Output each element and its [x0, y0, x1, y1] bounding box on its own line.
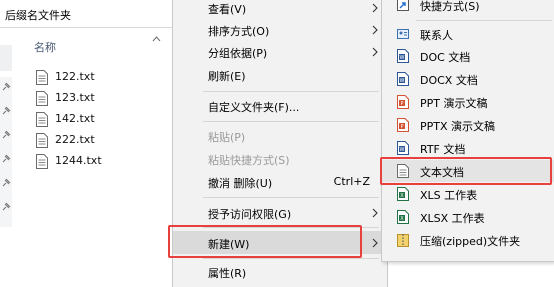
- submenu-item-doc[interactable]: W DOC 文档: [382, 45, 554, 67]
- submenu-item-shortcut[interactable]: 快捷方式(S): [382, 0, 554, 16]
- text-file-icon: [36, 133, 48, 148]
- rich-text-icon: W: [397, 141, 409, 155]
- submenu-item-label: RTF 文档: [420, 143, 466, 156]
- address-bar[interactable]: 后缀名文件夹: [0, 0, 172, 28]
- submenu-item-pptx[interactable]: P PPTX 演示文稿: [382, 114, 554, 136]
- submenu-item-rtf[interactable]: W RTF 文档: [382, 137, 554, 159]
- svg-text:P: P: [400, 101, 403, 107]
- submenu-item-label: PPT 演示文稿: [420, 97, 488, 110]
- menu-item-label: 粘贴快捷方式(S): [208, 154, 290, 167]
- menu-separator: [203, 121, 379, 122]
- chevron-right-icon: [372, 3, 378, 13]
- submenu-item-label: PPTX 演示文稿: [420, 120, 496, 133]
- menu-item-label: 分组依据(P): [208, 47, 268, 60]
- menu-item-label: 刷新(E): [208, 70, 246, 83]
- folder-title: 后缀名文件夹: [5, 9, 71, 22]
- sort-ascending-icon: [152, 36, 161, 42]
- file-name: 123.txt: [55, 91, 95, 104]
- submenu-item-xlsx[interactable]: X XLSX 工作表: [382, 206, 554, 228]
- new-submenu: 快捷方式(S) 联系人 W DOC 文档 W DOCX 文档 P PPT 演示文…: [381, 0, 554, 262]
- menu-item-view[interactable]: 查看(V): [173, 0, 387, 19]
- pin-icon: [2, 202, 11, 211]
- text-file-icon: [36, 91, 48, 106]
- menu-item-paste-shortcut: 粘贴快捷方式(S): [173, 148, 387, 170]
- menu-separator: [203, 227, 379, 228]
- menu-item-label: 粘贴(P): [208, 131, 246, 144]
- submenu-item-docx[interactable]: W DOCX 文档: [382, 68, 554, 90]
- menu-item-label: 自定义文件夹(F)...: [208, 101, 300, 114]
- text-file-icon: [36, 112, 48, 127]
- menu-separator: [416, 20, 552, 21]
- menu-item-group-by[interactable]: 分组依据(P): [173, 41, 387, 63]
- file-name: 222.txt: [55, 133, 95, 146]
- excel-icon: X: [397, 187, 409, 201]
- menu-item-label: 新建(W): [208, 238, 250, 251]
- submenu-item-ppt[interactable]: P PPT 演示文稿: [382, 91, 554, 113]
- submenu-item-text-document[interactable]: 文本文档: [382, 160, 554, 182]
- pin-icon: [2, 82, 11, 91]
- menu-item-undo-delete[interactable]: 撤消 删除(U) Ctrl+Z: [173, 171, 387, 193]
- word-document-icon: W: [397, 49, 409, 63]
- pin-icon: [2, 178, 11, 187]
- file-explorer-window: 后缀名文件夹 名称 122.txt 123.txt 142.txt 222.tx…: [0, 0, 172, 287]
- submenu-item-label: 快捷方式(S): [420, 0, 480, 13]
- menu-separator: [203, 197, 379, 198]
- chevron-right-icon: [372, 238, 378, 248]
- svg-text:W: W: [400, 78, 405, 84]
- word-document-icon: W: [397, 72, 409, 86]
- submenu-item-label: DOC 文档: [420, 51, 471, 64]
- chevron-right-icon: [372, 25, 378, 35]
- file-name: 1244.txt: [55, 154, 102, 167]
- menu-item-paste: 粘贴(P): [173, 125, 387, 147]
- submenu-item-xls[interactable]: X XLS 工作表: [382, 183, 554, 205]
- menu-item-label: 排序方式(O): [208, 25, 270, 38]
- svg-text:X: X: [400, 193, 404, 199]
- menu-item-properties[interactable]: 属性(R): [173, 261, 387, 283]
- submenu-item-label: 文本文档: [420, 166, 464, 179]
- menu-item-customize-folder[interactable]: 自定义文件夹(F)...: [173, 95, 387, 117]
- pin-icon: [2, 106, 11, 115]
- submenu-item-contact[interactable]: 联系人: [382, 23, 554, 45]
- text-file-icon: [397, 164, 409, 178]
- column-header-name[interactable]: 名称: [34, 39, 56, 55]
- zip-folder-icon: [397, 234, 409, 247]
- menu-item-label: 授予访问权限(G): [208, 208, 292, 221]
- powerpoint-icon: P: [397, 95, 409, 109]
- submenu-item-label: XLS 工作表: [420, 189, 478, 202]
- pin-icon: [2, 154, 11, 163]
- submenu-item-label: DOCX 文档: [420, 74, 478, 87]
- text-file-icon: [36, 70, 48, 85]
- pin-icon: [2, 130, 11, 139]
- menu-item-grant-access[interactable]: 授予访问权限(G): [173, 202, 387, 224]
- excel-icon: X: [397, 210, 409, 224]
- svg-text:W: W: [400, 147, 405, 153]
- contact-card-icon: [397, 29, 409, 39]
- svg-text:W: W: [400, 55, 405, 61]
- menu-separator: [203, 258, 379, 259]
- menu-item-label: 查看(V): [208, 3, 247, 16]
- submenu-item-label: 压缩(zipped)文件夹: [420, 235, 521, 248]
- svg-text:X: X: [400, 216, 404, 222]
- menu-item-sort-by[interactable]: 排序方式(O): [173, 19, 387, 41]
- shortcut-icon: [397, 0, 409, 11]
- submenu-item-label: XLSX 工作表: [420, 212, 485, 225]
- chevron-right-icon: [372, 208, 378, 218]
- context-menu: 查看(V) 排序方式(O) 分组依据(P) 刷新(E) 自定义文件夹(F)...…: [172, 0, 388, 287]
- nav-item[interactable]: [0, 45, 12, 71]
- menu-item-label: 撤消 删除(U): [208, 177, 273, 190]
- submenu-item-zip-folder[interactable]: 压缩(zipped)文件夹: [382, 229, 554, 251]
- file-name: 122.txt: [55, 70, 95, 83]
- navigation-pane: [0, 29, 12, 287]
- keyboard-shortcut: Ctrl+Z: [333, 175, 370, 188]
- chevron-right-icon: [372, 47, 378, 57]
- svg-text:P: P: [400, 124, 403, 130]
- file-name: 142.txt: [55, 112, 95, 125]
- submenu-item-label: 联系人: [420, 29, 453, 42]
- menu-item-new[interactable]: 新建(W): [173, 231, 387, 254]
- menu-separator: [203, 91, 379, 92]
- text-file-icon: [36, 154, 48, 169]
- menu-item-label: 属性(R): [208, 267, 247, 280]
- menu-item-refresh[interactable]: 刷新(E): [173, 64, 387, 86]
- powerpoint-icon: P: [397, 118, 409, 132]
